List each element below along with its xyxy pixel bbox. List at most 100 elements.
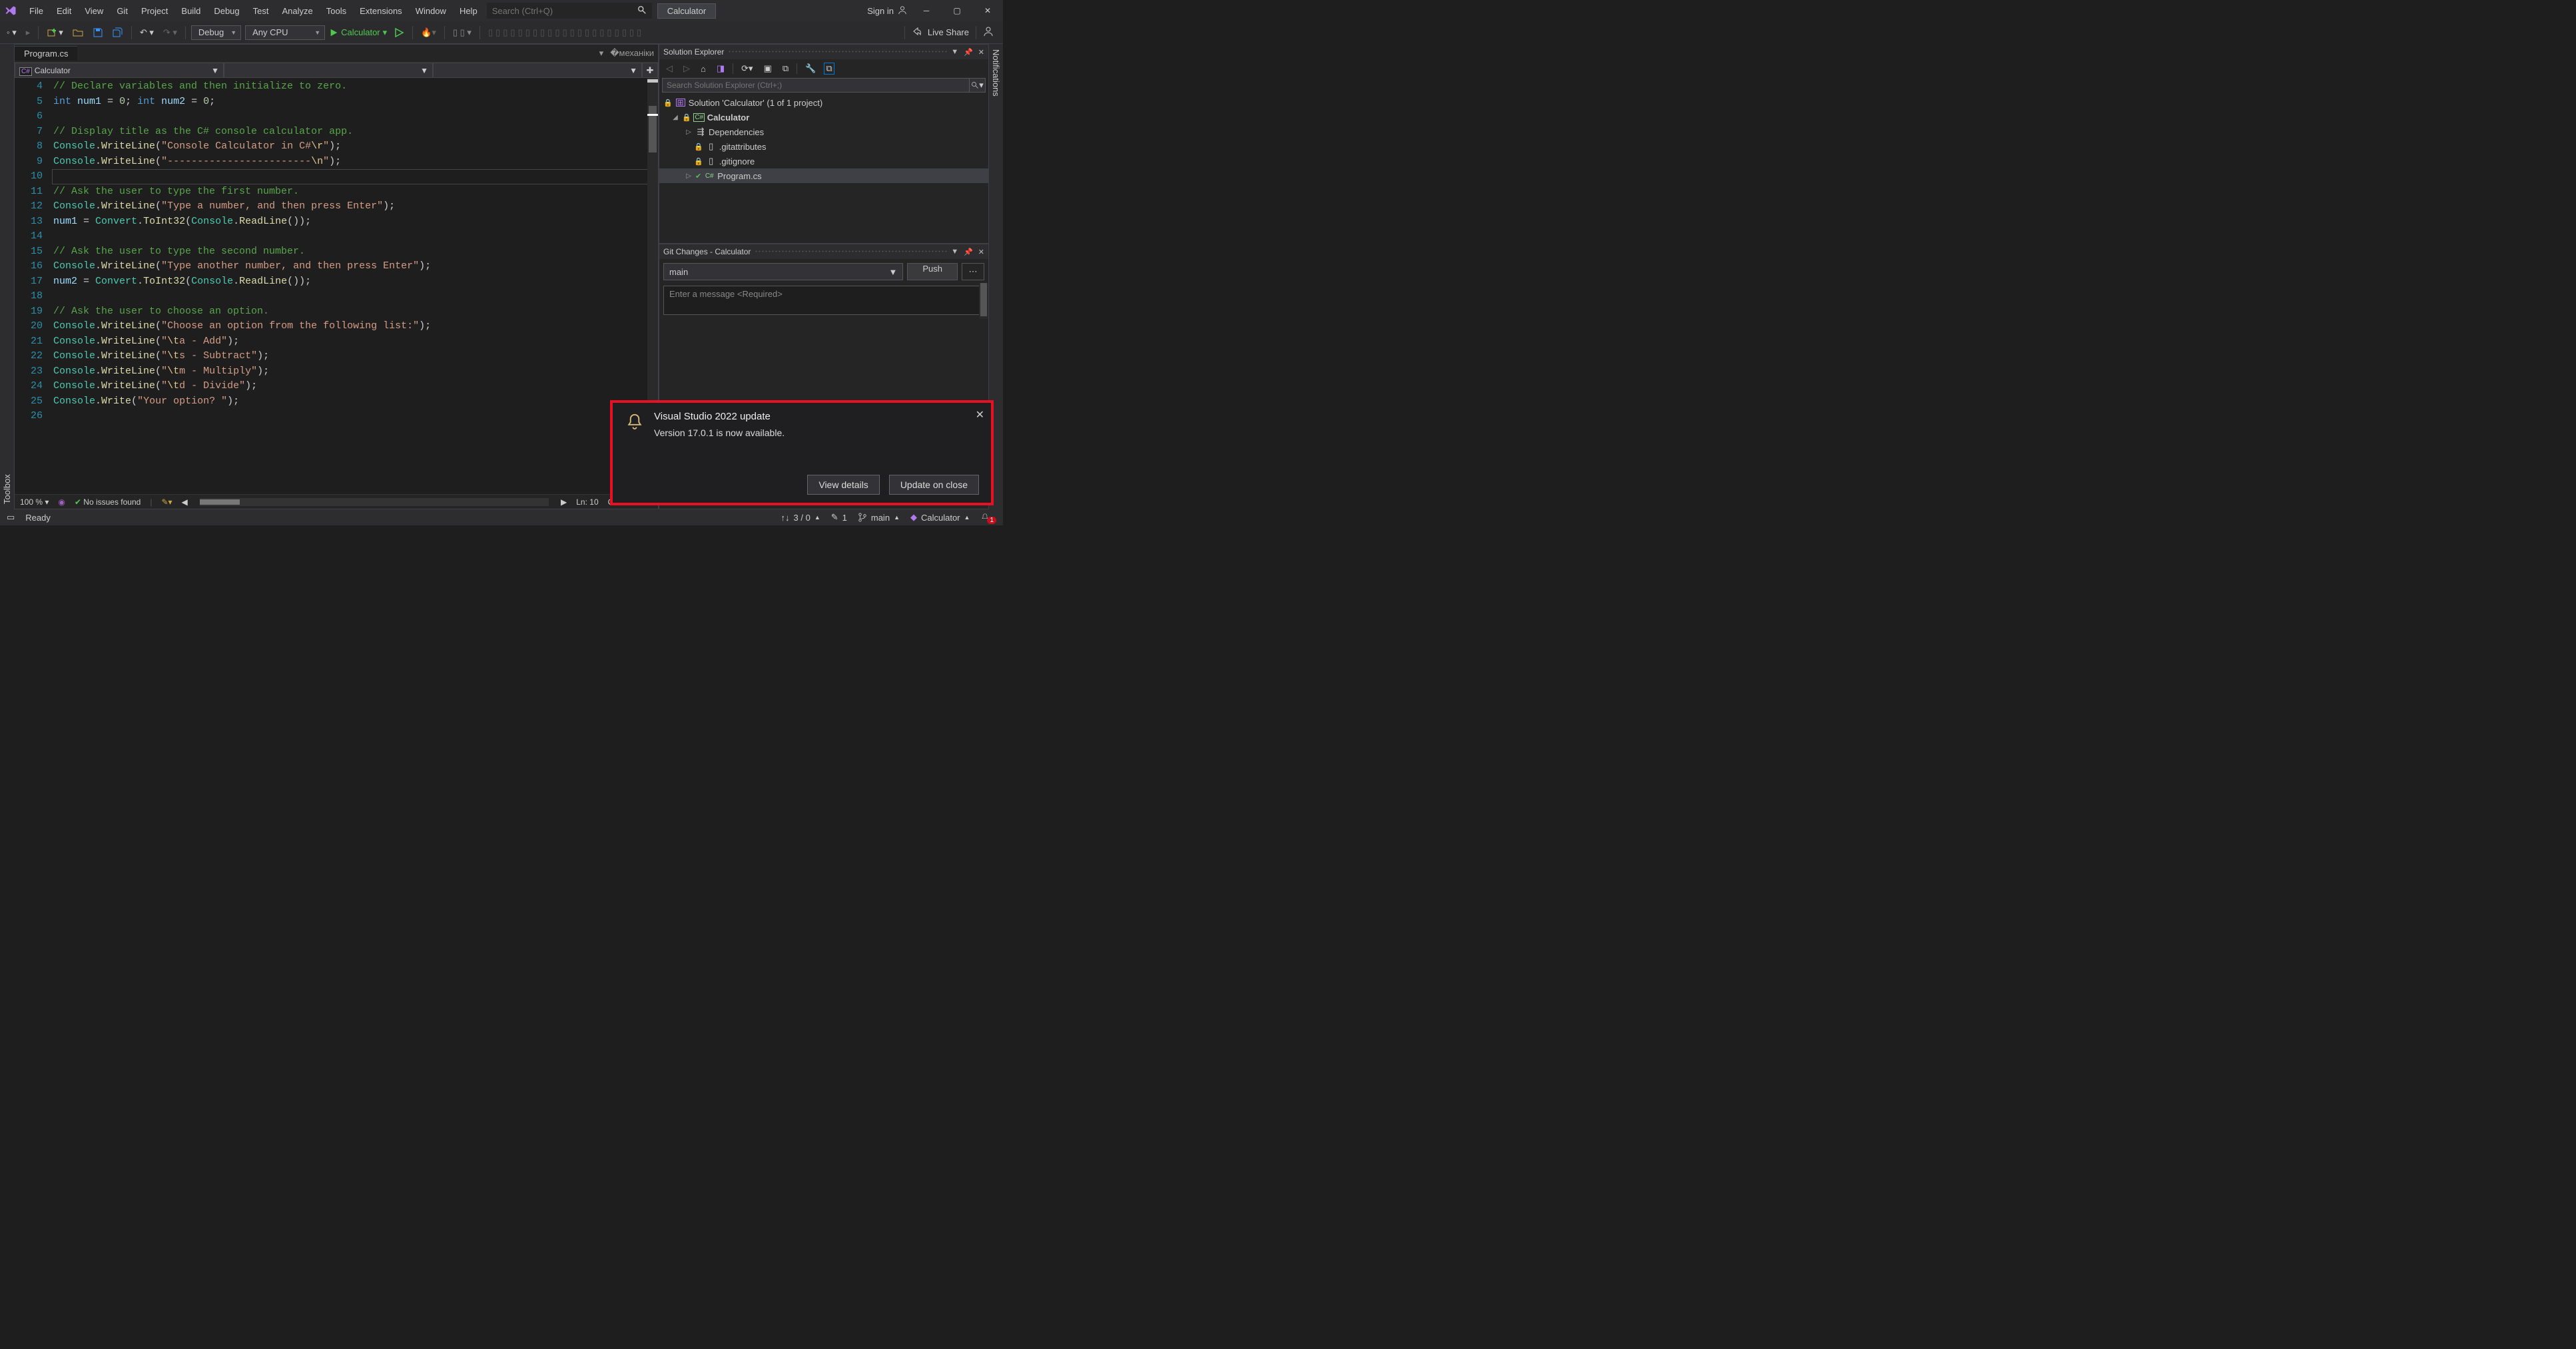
tree-solution-node[interactable]: 🔒 ⊞ Solution 'Calculator' (1 of 1 projec… [659, 95, 988, 110]
branch-combo[interactable]: main ▼ [663, 263, 903, 280]
sln-preview-button[interactable]: ⧉ [824, 63, 834, 75]
update-on-close-button[interactable]: Update on close [889, 475, 979, 495]
save-all-button[interactable] [110, 26, 126, 39]
menu-file[interactable]: File [24, 3, 49, 19]
start-no-debug-button[interactable] [391, 26, 407, 39]
panel-pin-icon[interactable]: 📌 [964, 48, 973, 57]
navigation-bar: C#Calculator ▼ ▼ ▼ ✚ [15, 62, 658, 78]
menu-window[interactable]: Window [410, 3, 452, 19]
save-button[interactable] [90, 26, 106, 39]
tree-program-cs-node[interactable]: ▷ ✔ C# Program.cs [659, 168, 988, 183]
view-details-button[interactable]: View details [807, 475, 879, 495]
tab-program-cs[interactable]: Program.cs [15, 46, 77, 61]
nav-back-button[interactable]: ◦ ▾ [4, 26, 19, 39]
sln-sync-button[interactable]: ▣ [761, 62, 775, 75]
panel-pin-icon[interactable]: 📌 [964, 248, 973, 256]
issues-indicator[interactable]: ✔ No issues found [75, 497, 141, 507]
commit-message-input[interactable]: Enter a message <Required> [663, 286, 984, 315]
nav-fwd-button[interactable]: ▸ [23, 26, 33, 39]
panel-menu-icon[interactable]: ▼ [951, 48, 958, 57]
sln-fwd-button[interactable]: ▷ [681, 62, 693, 75]
nav-type-combo[interactable]: ▼ [224, 63, 433, 78]
bell-icon [625, 412, 645, 495]
menu-view[interactable]: View [79, 3, 109, 19]
tree-dependencies-node[interactable]: ▷ ⇶ Dependencies [659, 125, 988, 139]
tree-file-node[interactable]: 🔒 ▯ .gitattributes [659, 139, 988, 154]
menu-build[interactable]: Build [176, 3, 206, 19]
menu-extensions[interactable]: Extensions [354, 3, 408, 19]
hot-reload-button[interactable]: 🔥▾ [418, 26, 439, 39]
window-close-button[interactable]: ✕ [976, 6, 999, 15]
menu-edit[interactable]: Edit [51, 3, 77, 19]
toolbox-rail[interactable]: Toolbox [0, 44, 14, 509]
sln-home-button[interactable]: ⌂ [698, 63, 709, 75]
git-more-button[interactable]: ⋯ [962, 263, 984, 280]
file-label: .gitattributes [719, 142, 767, 152]
tree-file-node[interactable]: 🔒 ▯ .gitignore [659, 154, 988, 168]
notification-close-button[interactable]: ✕ [976, 408, 984, 421]
code-editor[interactable]: 4567891011121314151617181920212223242526… [15, 78, 658, 494]
redo-button[interactable]: ↷ ▾ [161, 26, 180, 39]
menu-debug[interactable]: Debug [208, 3, 244, 19]
zoom-combo[interactable]: 100 % ▾ [20, 497, 49, 507]
status-changes[interactable]: ✎ 1 [831, 512, 847, 523]
status-notifications-button[interactable]: 1 [980, 511, 996, 524]
quick-search-input[interactable] [492, 6, 625, 16]
launch-label: Calculator [341, 27, 380, 37]
sign-in-button[interactable]: Sign in [867, 5, 907, 17]
liveshare-label[interactable]: Live Share [928, 27, 969, 37]
sln-switch-views-button[interactable]: ◨ [714, 62, 727, 75]
nav-member-combo[interactable]: ▼ [433, 63, 642, 78]
sln-pending-button[interactable]: ⟳▾ [739, 62, 755, 75]
start-debug-button[interactable]: Calculator ▾ [329, 27, 387, 38]
editor-hscrollbar[interactable] [200, 498, 549, 506]
sln-showall-button[interactable]: ⧉ [780, 62, 791, 75]
editor-brush-icon[interactable]: ✎▾ [161, 497, 172, 507]
solution-search-button[interactable]: ▾ [970, 78, 986, 93]
sln-back-button[interactable]: ◁ [663, 62, 675, 75]
twistie-icon[interactable]: ◢ [671, 114, 679, 121]
menu-test[interactable]: Test [248, 3, 274, 19]
panel-close-icon[interactable]: ✕ [978, 248, 984, 256]
undo-button[interactable]: ↶ ▾ [137, 26, 157, 39]
window-minimize-button[interactable]: ─ [915, 6, 938, 15]
lock-icon: 🔒 [694, 157, 703, 166]
vscroll-thumb[interactable] [649, 106, 657, 152]
twistie-icon[interactable]: ▷ [685, 172, 693, 180]
account-icon[interactable] [983, 26, 994, 39]
menu-help[interactable]: Help [454, 3, 483, 19]
hscroll-left[interactable]: ◀ [182, 497, 188, 507]
git-vscrollbar[interactable] [979, 283, 988, 319]
menu-tools[interactable]: Tools [321, 3, 352, 19]
platform-combo[interactable]: Any CPU▼ [245, 25, 325, 40]
menu-project[interactable]: Project [136, 3, 173, 19]
intellicode-icon[interactable]: ◉ [58, 497, 65, 507]
panel-close-icon[interactable]: ✕ [978, 48, 984, 57]
menu-analyze[interactable]: Analyze [276, 3, 318, 19]
status-sync[interactable]: ↑↓ 3 / 0 ▲ [781, 513, 820, 523]
hscroll-right[interactable]: ▶ [561, 497, 567, 507]
status-branch[interactable]: main ▲ [858, 513, 900, 523]
push-button[interactable]: Push [907, 263, 958, 280]
code-content[interactable]: // Declare variables and then initialize… [49, 78, 658, 494]
window-maximize-button[interactable]: ▢ [946, 6, 968, 15]
solution-search-input[interactable] [662, 78, 970, 93]
nav-scope-combo[interactable]: C#Calculator ▼ [15, 63, 224, 78]
toolbar-misc[interactable]: ▯ ▯ ▾ [450, 26, 474, 39]
sln-properties-button[interactable]: 🔧 [803, 62, 818, 75]
status-repo[interactable]: ◆ Calculator ▲ [910, 512, 970, 523]
open-file-button[interactable] [70, 26, 86, 39]
new-project-button[interactable]: ▾ [44, 26, 66, 39]
tab-overflow-icon[interactable]: ▾ [599, 48, 604, 59]
split-view-button[interactable]: ✚ [642, 63, 658, 78]
file-label: .gitignore [719, 156, 755, 166]
repo-icon: ◆ [910, 512, 917, 523]
config-combo[interactable]: Debug▼ [191, 25, 241, 40]
window-options-icon[interactable]: �механіки [610, 48, 654, 59]
tree-project-node[interactable]: ◢ 🔒 C# Calculator [659, 110, 988, 125]
panel-menu-icon[interactable]: ▼ [951, 248, 958, 256]
twistie-icon[interactable]: ▷ [685, 129, 693, 136]
quick-search[interactable] [487, 3, 652, 19]
menu-git[interactable]: Git [111, 3, 133, 19]
cs-file-icon: C# [705, 172, 714, 180]
